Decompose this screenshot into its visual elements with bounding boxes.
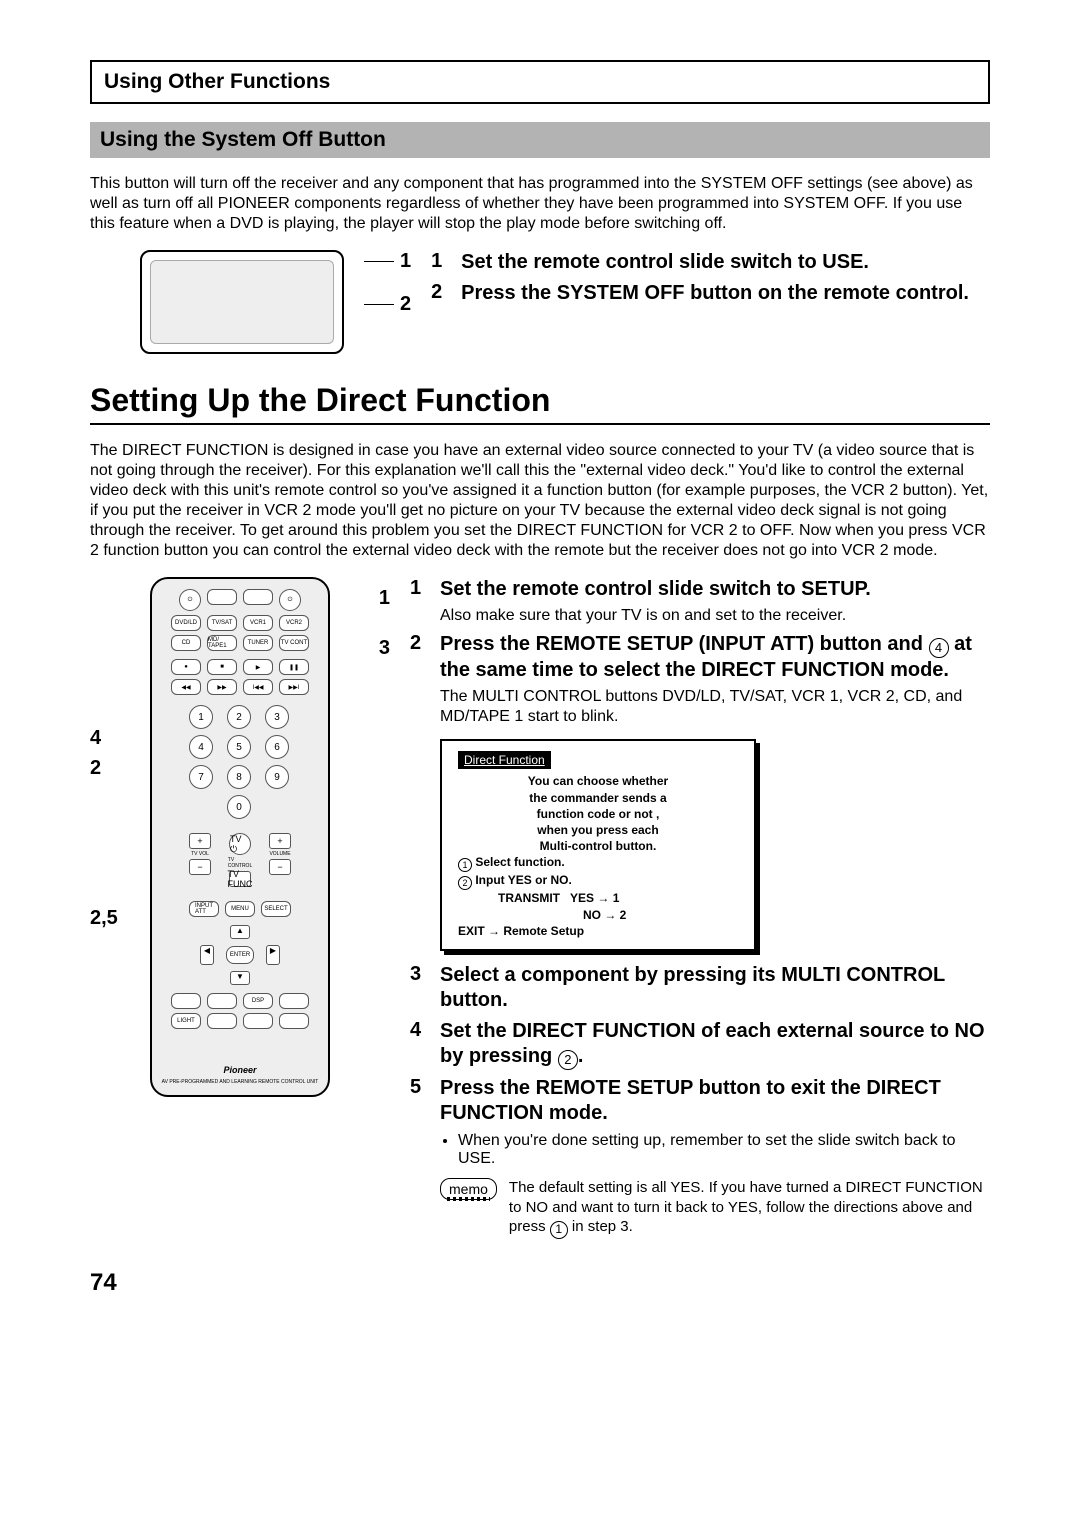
section-title-system-off: Using the System Off Button xyxy=(90,122,990,158)
step2-num: 2 xyxy=(431,281,449,306)
remote-tag: AV PRE-PROGRAMMED AND LEARNING REMOTE CO… xyxy=(162,1079,319,1085)
page-header-box: Using Other Functions xyxy=(90,60,990,104)
lcd-screen-direct-function: Direct Function You can choose whether t… xyxy=(440,739,756,951)
callout-lines-top: 1 2 xyxy=(364,250,411,316)
s2-step2: Press the REMOTE SETUP (INPUT ATT) butto… xyxy=(440,632,990,727)
remote-top-illustration xyxy=(140,250,344,354)
memo-badge: memo xyxy=(440,1178,497,1200)
step1-text: Set the remote control slide switch to U… xyxy=(461,250,869,275)
circled-2-icon: 2 xyxy=(558,1050,578,1070)
dpad: ENTER ▲ ▼ ◀ ▶ xyxy=(200,925,280,985)
section2-intro: The DIRECT FUNCTION is designed in case … xyxy=(90,441,990,561)
receiver-button: ⏻ xyxy=(279,589,301,611)
step5-bullet-list: When you're done setting up, remember to… xyxy=(440,1132,990,1168)
s2-step5: Press the REMOTE SETUP button to exit th… xyxy=(440,1076,990,1126)
page-header-title: Using Other Functions xyxy=(104,70,330,93)
s2-step3: Select a component by pressing its MULTI… xyxy=(440,963,990,1013)
circled-1-icon: 1 xyxy=(550,1221,568,1239)
step1-num: 1 xyxy=(431,250,449,275)
brand-logo: Pioneer xyxy=(223,1065,256,1075)
section1-intro: This button will turn off the receiver a… xyxy=(90,174,990,234)
source-button: ⏻ xyxy=(179,589,201,611)
memo-text: The default setting is all YES. If you h… xyxy=(509,1178,990,1239)
section-title-direct-function: Setting Up the Direct Function xyxy=(90,382,990,425)
s2-step1: Set the remote control slide switch to S… xyxy=(440,577,871,626)
remote-full-illustration: ⏻⏻ DVD/LDTV/SATVCR1VCR2 CDMD/ TAPE1TUNER… xyxy=(150,577,330,1097)
circled-4-icon: 4 xyxy=(929,638,949,658)
s2-step4: Set the DIRECT FUNCTION of each external… xyxy=(440,1019,990,1070)
page-number: 74 xyxy=(90,1269,990,1297)
step2-text: Press the SYSTEM OFF button on the remot… xyxy=(461,281,969,306)
